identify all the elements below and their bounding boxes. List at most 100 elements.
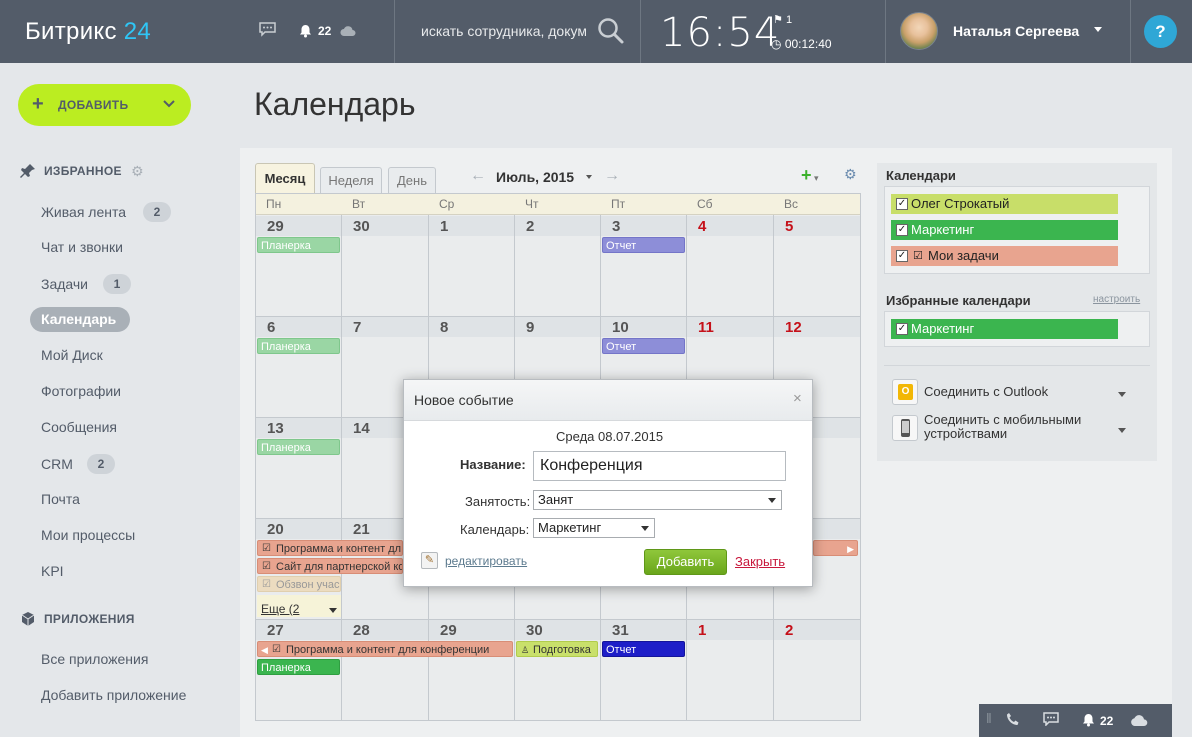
mobile-device-icon[interactable]	[892, 415, 918, 441]
edit-link[interactable]: редактировать	[445, 554, 527, 568]
calendar-chip-marketing[interactable]: ✓ Маркетинг	[891, 220, 1118, 240]
event-partner-site[interactable]: ☑ Сайт для партнерской ко	[257, 558, 403, 574]
prev-month-icon[interactable]: ←	[470, 167, 486, 185]
flag-counter[interactable]: ⚑ 1	[773, 13, 792, 26]
sidebar-item-processes[interactable]: Мои процессы	[41, 527, 135, 543]
day-number[interactable]: 8	[440, 319, 448, 336]
event-planerka[interactable]: Планерка	[257, 237, 340, 253]
day-number[interactable]: 3	[612, 218, 620, 235]
day-number[interactable]: 28	[353, 622, 370, 639]
day-number[interactable]: 29	[267, 218, 284, 235]
avatar[interactable]	[900, 12, 938, 50]
event-planerka[interactable]: Планерка	[257, 439, 340, 455]
calendar-settings-icon[interactable]: ⚙	[844, 166, 857, 183]
event-preparation[interactable]: ♙ Подготовка	[516, 641, 598, 657]
drag-handle-icon[interactable]: ‖	[986, 710, 992, 726]
chevron-down-icon[interactable]	[1094, 27, 1102, 32]
pencil-icon[interactable]: ✎	[421, 552, 438, 569]
connect-outlook-link[interactable]: Соединить с Outlook	[924, 385, 1048, 399]
close-icon[interactable]: ×	[793, 390, 802, 407]
event-program-continued[interactable]: ▶	[813, 540, 858, 556]
sidebar-item-photos[interactable]: Фотографии	[41, 383, 121, 399]
calendar-chip-oleg[interactable]: ✓ Олег Строкатый	[891, 194, 1118, 214]
connect-mobile-link[interactable]: Соединить с мобильными устройствами	[924, 413, 1081, 441]
day-number[interactable]: 7	[353, 319, 361, 336]
day-number[interactable]: 20	[267, 521, 284, 538]
day-number[interactable]: 27	[267, 622, 284, 639]
day-number[interactable]: 13	[267, 420, 284, 437]
tab-day[interactable]: День	[388, 167, 436, 193]
chat-icon[interactable]	[1043, 712, 1059, 729]
day-number[interactable]: 30	[353, 218, 370, 235]
sidebar-item-mail[interactable]: Почта	[41, 491, 80, 507]
caret-down-icon[interactable]	[329, 608, 337, 613]
outlook-icon[interactable]: O	[892, 379, 918, 405]
event-planerka[interactable]: Планерка	[257, 338, 340, 354]
more-events-link[interactable]: Еще (2	[261, 602, 299, 616]
checkbox-checked[interactable]: ✓	[896, 198, 908, 210]
add-event-button[interactable]: Добавить	[644, 549, 727, 575]
day-number[interactable]: 6	[267, 319, 275, 336]
sidebar-item-crm[interactable]: CRM	[41, 456, 73, 472]
event-otchet[interactable]: Отчет	[602, 237, 685, 253]
chevron-down-icon[interactable]	[1118, 392, 1126, 397]
bell-icon[interactable]	[299, 24, 312, 42]
event-otchet[interactable]: Отчет	[602, 338, 685, 354]
clock[interactable]: 16:54	[660, 10, 780, 56]
sidebar-item-kpi[interactable]: KPI	[41, 563, 64, 579]
logo[interactable]: Битрикс 24	[25, 18, 151, 46]
calendar-chip-my-tasks[interactable]: ✓ ☑ Мои задачи	[891, 246, 1118, 266]
chat-icon[interactable]	[259, 22, 276, 41]
close-link[interactable]: Закрыть	[735, 554, 785, 569]
day-number[interactable]: 11	[698, 319, 714, 336]
day-number[interactable]: 5	[785, 218, 793, 235]
next-month-icon[interactable]: →	[604, 167, 620, 185]
day-number[interactable]: 14	[353, 420, 370, 437]
add-event-icon[interactable]: + ▾	[801, 165, 819, 186]
busy-select[interactable]: Занят	[533, 490, 782, 510]
checkbox-checked[interactable]: ✓	[896, 224, 908, 236]
day-number[interactable]: 31	[612, 622, 629, 639]
event-program[interactable]: ◀ ☑ Программа и контент для конференции	[257, 641, 513, 657]
day-number[interactable]: 21	[353, 521, 370, 538]
checkbox-checked[interactable]: ✓	[896, 250, 908, 262]
day-number[interactable]: 30	[526, 622, 543, 639]
search-input[interactable]: искать сотрудника, документ	[421, 23, 586, 39]
event-program[interactable]: ☑ Программа и контент дл	[257, 540, 403, 556]
sidebar-item-feed[interactable]: Живая лента	[41, 204, 126, 220]
checkbox-checked[interactable]: ✓	[896, 323, 908, 335]
day-number[interactable]: 9	[526, 319, 534, 336]
event-otchet[interactable]: Отчет	[602, 641, 685, 657]
help-button[interactable]: ?	[1144, 15, 1177, 48]
day-number[interactable]: 4	[698, 218, 706, 235]
day-number[interactable]: 2	[785, 622, 793, 639]
sidebar-item-tasks[interactable]: Задачи	[41, 276, 88, 292]
add-button[interactable]: + ДОБАВИТЬ	[18, 84, 191, 126]
event-name-input[interactable]	[533, 451, 786, 481]
sidebar-item-calendar[interactable]: Календарь	[41, 311, 116, 327]
configure-link[interactable]: настроить	[1093, 294, 1140, 305]
user-name[interactable]: Наталья Сергеева	[953, 23, 1079, 39]
day-number[interactable]: 1	[698, 622, 706, 639]
day-number[interactable]: 10	[612, 319, 629, 336]
sidebar-item-all-apps[interactable]: Все приложения	[41, 651, 148, 667]
sidebar-item-chat[interactable]: Чат и звонки	[41, 239, 123, 255]
event-planerka[interactable]: Планерка	[257, 659, 340, 675]
sidebar-item-add-app[interactable]: Добавить приложение	[41, 687, 186, 703]
tab-week[interactable]: Неделя	[320, 167, 382, 193]
chevron-down-icon[interactable]	[1118, 428, 1126, 433]
calendar-select[interactable]: Маркетинг	[533, 518, 655, 538]
tab-month[interactable]: Месяц	[255, 163, 315, 193]
sidebar-item-disk[interactable]: Мой Диск	[41, 347, 103, 363]
event-call-participants[interactable]: ☑ Обзвон учас	[257, 576, 341, 592]
day-number[interactable]: 29	[440, 622, 457, 639]
calendar-chip-marketing-fav[interactable]: ✓ Маркетинг	[891, 319, 1118, 339]
gear-icon[interactable]: ⚙	[131, 163, 144, 180]
bell-icon[interactable]	[1082, 713, 1095, 730]
month-title[interactable]: Июль, 2015	[496, 169, 574, 185]
phone-icon[interactable]	[1006, 712, 1020, 729]
month-caret-icon[interactable]	[586, 175, 592, 179]
search-icon[interactable]	[596, 16, 626, 46]
cloud-icon[interactable]	[1130, 714, 1148, 730]
day-number[interactable]: 2	[526, 218, 534, 235]
